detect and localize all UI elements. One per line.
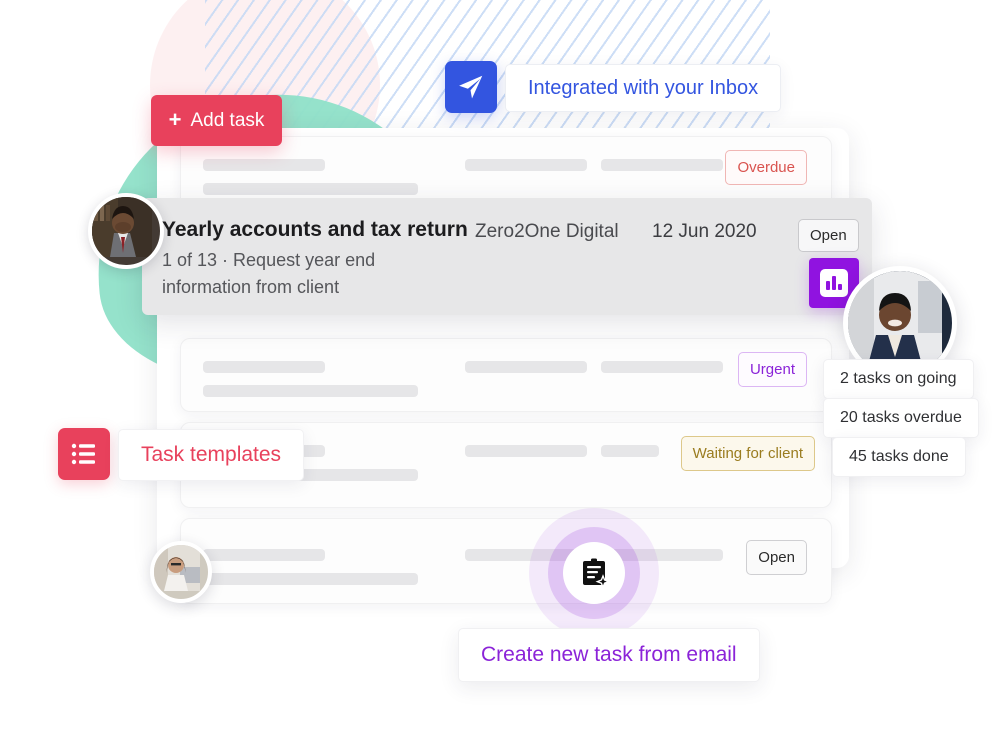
skeleton-bar bbox=[465, 361, 587, 373]
send-plane-icon bbox=[445, 61, 497, 113]
status-badge[interactable]: Urgent bbox=[737, 352, 807, 387]
task-subtitle: 1 of 13 · Request year end information f… bbox=[162, 250, 376, 297]
task-status-button[interactable]: Open bbox=[798, 219, 859, 252]
task-client: Zero2One Digital bbox=[475, 221, 619, 242]
skeleton-bar bbox=[203, 549, 325, 561]
inbox-callout[interactable]: Integrated with your Inbox bbox=[505, 64, 782, 112]
stat-card: 20 tasks overdue bbox=[823, 398, 979, 438]
skeleton-bar bbox=[203, 183, 418, 195]
stat-card: 45 tasks done bbox=[832, 437, 966, 477]
skeleton-bar bbox=[601, 159, 723, 171]
task-templates-callout[interactable]: Task templates bbox=[118, 429, 305, 481]
skeleton-bar bbox=[203, 361, 325, 373]
task-templates-label: Task templates bbox=[141, 443, 282, 466]
skeleton-bar bbox=[203, 385, 418, 397]
skeleton-bar bbox=[465, 445, 587, 457]
inbox-callout-label: Integrated with your Inbox bbox=[528, 76, 759, 99]
skeleton-bar bbox=[465, 159, 587, 171]
status-badge[interactable]: Waiting for client bbox=[680, 436, 815, 471]
list-bullet-glyph bbox=[71, 443, 95, 465]
create-task-icon-rings bbox=[529, 508, 659, 638]
page-title: Yearly accounts and tax return bbox=[162, 218, 468, 241]
illustration-stage: Overdue Urgent Waiting for client Open Y… bbox=[0, 0, 1000, 735]
create-task-ring-inner bbox=[548, 527, 640, 619]
chart-bar bbox=[838, 284, 842, 290]
status-badge[interactable]: Overdue bbox=[725, 150, 807, 185]
stat-card: 2 tasks on going bbox=[823, 359, 974, 399]
add-task-button[interactable]: + Add task bbox=[151, 95, 282, 146]
clipboard-sparkle-icon bbox=[583, 558, 610, 589]
chart-bar bbox=[826, 281, 830, 290]
create-task-label: Create new task from email bbox=[481, 643, 737, 666]
status-badge[interactable]: Open bbox=[746, 540, 807, 575]
plus-icon: + bbox=[168, 106, 182, 132]
avatar-woman-laptop-image bbox=[154, 545, 200, 591]
stat-label: 2 tasks on going bbox=[840, 370, 957, 387]
stat-label: 20 tasks overdue bbox=[840, 409, 962, 426]
skeleton-bar bbox=[601, 361, 723, 373]
avatar bbox=[88, 193, 164, 269]
task-due-date: 12 Jun 2020 bbox=[652, 221, 757, 242]
chart-bar bbox=[832, 276, 836, 290]
create-task-icon-circle[interactable] bbox=[563, 542, 625, 604]
skeleton-bar bbox=[601, 445, 659, 457]
add-task-label: Add task bbox=[190, 109, 265, 131]
create-task-callout[interactable]: Create new task from email bbox=[458, 628, 760, 682]
list-bullet-icon bbox=[58, 428, 110, 480]
stat-label: 45 tasks done bbox=[849, 448, 949, 465]
table-row[interactable]: Urgent bbox=[180, 338, 832, 412]
avatar-man-suit-image bbox=[92, 197, 152, 257]
skeleton-bar bbox=[203, 159, 325, 171]
skeleton-bar bbox=[203, 573, 418, 585]
bar-chart-glyph bbox=[820, 269, 848, 297]
table-row[interactable]: Open bbox=[180, 518, 832, 604]
send-plane-glyph bbox=[459, 75, 483, 99]
avatar bbox=[150, 541, 212, 603]
avatar-man-cardigan-image bbox=[848, 271, 942, 365]
